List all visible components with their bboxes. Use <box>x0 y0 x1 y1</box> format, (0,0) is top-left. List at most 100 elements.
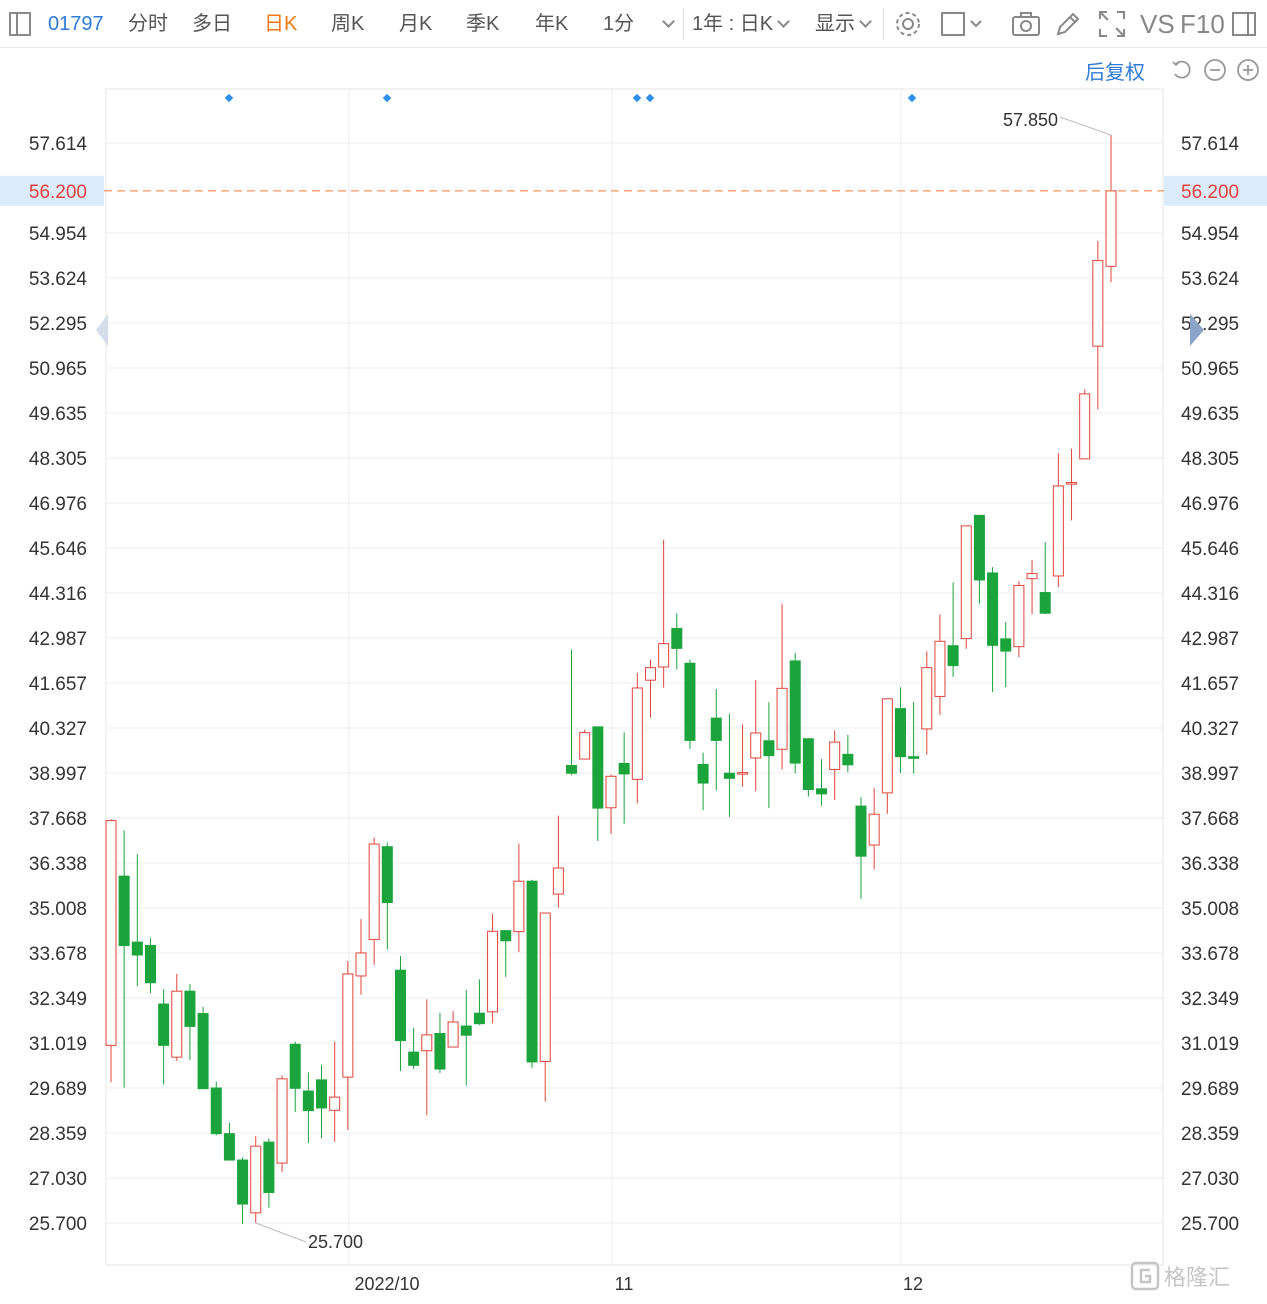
candle-body <box>210 1087 222 1135</box>
panel-toggle-icon[interactable] <box>1230 10 1258 38</box>
candle-body <box>855 805 867 857</box>
candle-body <box>552 867 564 895</box>
y-tick-label: 48.305 <box>1181 449 1239 470</box>
settings-gear-icon[interactable] <box>892 8 924 40</box>
tab-weekly-k[interactable]: 周K <box>331 0 364 48</box>
candle <box>947 582 959 677</box>
candle-body <box>908 756 920 759</box>
tab-multi-day[interactable]: 多日 <box>192 0 232 48</box>
candle-body <box>881 698 893 794</box>
candle <box>276 1075 288 1172</box>
candle-body <box>671 627 683 649</box>
candle <box>421 999 433 1116</box>
candle-body <box>710 717 722 741</box>
candlestick-chart[interactable]: 57.614 54.954 53.624 52.295 50.965 49.635 48.3… <box>0 0 1267 1304</box>
f10-button[interactable]: F10 <box>1180 0 1225 48</box>
min-price-label: 25.700 <box>308 1232 363 1252</box>
stock-code[interactable]: 01797 <box>48 0 104 48</box>
tab-intraday[interactable]: 分时 <box>128 0 168 48</box>
candle <box>289 1041 301 1113</box>
y-tick-label: 37.668 <box>1181 809 1239 830</box>
candle-body <box>368 843 380 940</box>
candle-body <box>789 660 801 764</box>
candle <box>171 973 183 1061</box>
candle-body <box>500 930 512 942</box>
y-tick-label: 49.635 <box>29 404 87 425</box>
y-tick-label: 37.668 <box>29 809 87 830</box>
candle-body <box>868 813 880 846</box>
zoom-out-icon[interactable] <box>1203 58 1227 82</box>
zoom-in-icon[interactable] <box>1236 58 1260 82</box>
y-tick-label: 46.976 <box>29 494 87 515</box>
candle <box>592 726 604 841</box>
y-tick-label: 41.657 <box>1181 674 1239 695</box>
candle-body <box>473 1012 485 1025</box>
candle-body <box>592 726 604 809</box>
candle-body <box>447 1021 459 1048</box>
display-select-label: 显示 <box>815 13 855 35</box>
candle <box>855 797 867 899</box>
candle <box>144 938 156 994</box>
reset-icon[interactable] <box>1170 58 1194 82</box>
candle <box>816 759 828 806</box>
range-select[interactable]: 1年 : 日K <box>692 0 791 48</box>
minute-dropdown[interactable] <box>658 0 675 48</box>
candle-body <box>487 930 499 1013</box>
candle-body <box>697 763 709 784</box>
candle <box>881 698 893 814</box>
candle-body <box>355 952 367 977</box>
candle-body <box>539 912 551 1063</box>
candle <box>737 724 749 787</box>
layout-square-icon[interactable] <box>940 8 986 40</box>
candle-body <box>658 643 670 668</box>
x-tick-label: 2022/10 <box>354 1274 419 1294</box>
candle <box>1026 560 1038 615</box>
candle-body <box>131 941 143 956</box>
candle <box>487 913 499 1024</box>
candle <box>658 539 670 688</box>
y-tick-label: 33.678 <box>29 944 87 965</box>
tab-yearly-k[interactable]: 年K <box>535 0 568 48</box>
candle-body <box>434 1032 446 1070</box>
candle-body <box>894 708 906 758</box>
candle <box>237 1157 249 1225</box>
candle <box>342 961 354 1130</box>
display-select[interactable]: 显示 <box>815 0 872 48</box>
vs-button[interactable]: VS <box>1140 0 1175 48</box>
adjust-mode-button[interactable]: 后复权 <box>1085 56 1145 85</box>
y-tick-label: 42.987 <box>29 629 87 650</box>
y-tick-label: 38.997 <box>29 764 87 785</box>
y-tick-label: 52.295 <box>1181 314 1239 335</box>
candle-body <box>1000 638 1012 652</box>
candle-body <box>842 753 854 766</box>
tab-quarterly-k[interactable]: 季K <box>466 0 499 48</box>
candle <box>210 1081 222 1136</box>
pencil-icon[interactable] <box>1052 8 1084 40</box>
candle <box>1013 581 1025 658</box>
overlay: 56.200 56.200 57.850 25.700 <box>0 110 1267 1252</box>
candle-body <box>723 772 735 779</box>
candle-body <box>158 1003 170 1046</box>
y-tick-label: 42.987 <box>1181 629 1239 650</box>
sidebar-toggle-icon[interactable] <box>8 10 32 38</box>
candle-body <box>105 820 117 1046</box>
candle <box>250 1136 262 1223</box>
y-tick-label: 36.338 <box>29 854 87 875</box>
tab-daily-k[interactable]: 日K <box>264 0 297 48</box>
candle <box>500 930 512 977</box>
tab-monthly-k[interactable]: 月K <box>399 0 432 48</box>
x-axis: 2022/10 11 12 <box>354 1274 923 1294</box>
candle <box>763 702 775 809</box>
fullscreen-icon[interactable] <box>1096 8 1128 40</box>
candle-body <box>947 645 959 667</box>
event-marker-icon <box>907 93 917 103</box>
candle-body <box>342 973 354 1078</box>
divider <box>683 8 684 40</box>
camera-icon[interactable] <box>1010 8 1042 40</box>
min-leader-line <box>255 1222 307 1243</box>
candle <box>842 734 854 773</box>
candle-body <box>1092 260 1104 347</box>
plot-frame <box>105 88 1164 1266</box>
tab-1min[interactable]: 1分 <box>603 0 634 48</box>
candle <box>789 652 801 774</box>
